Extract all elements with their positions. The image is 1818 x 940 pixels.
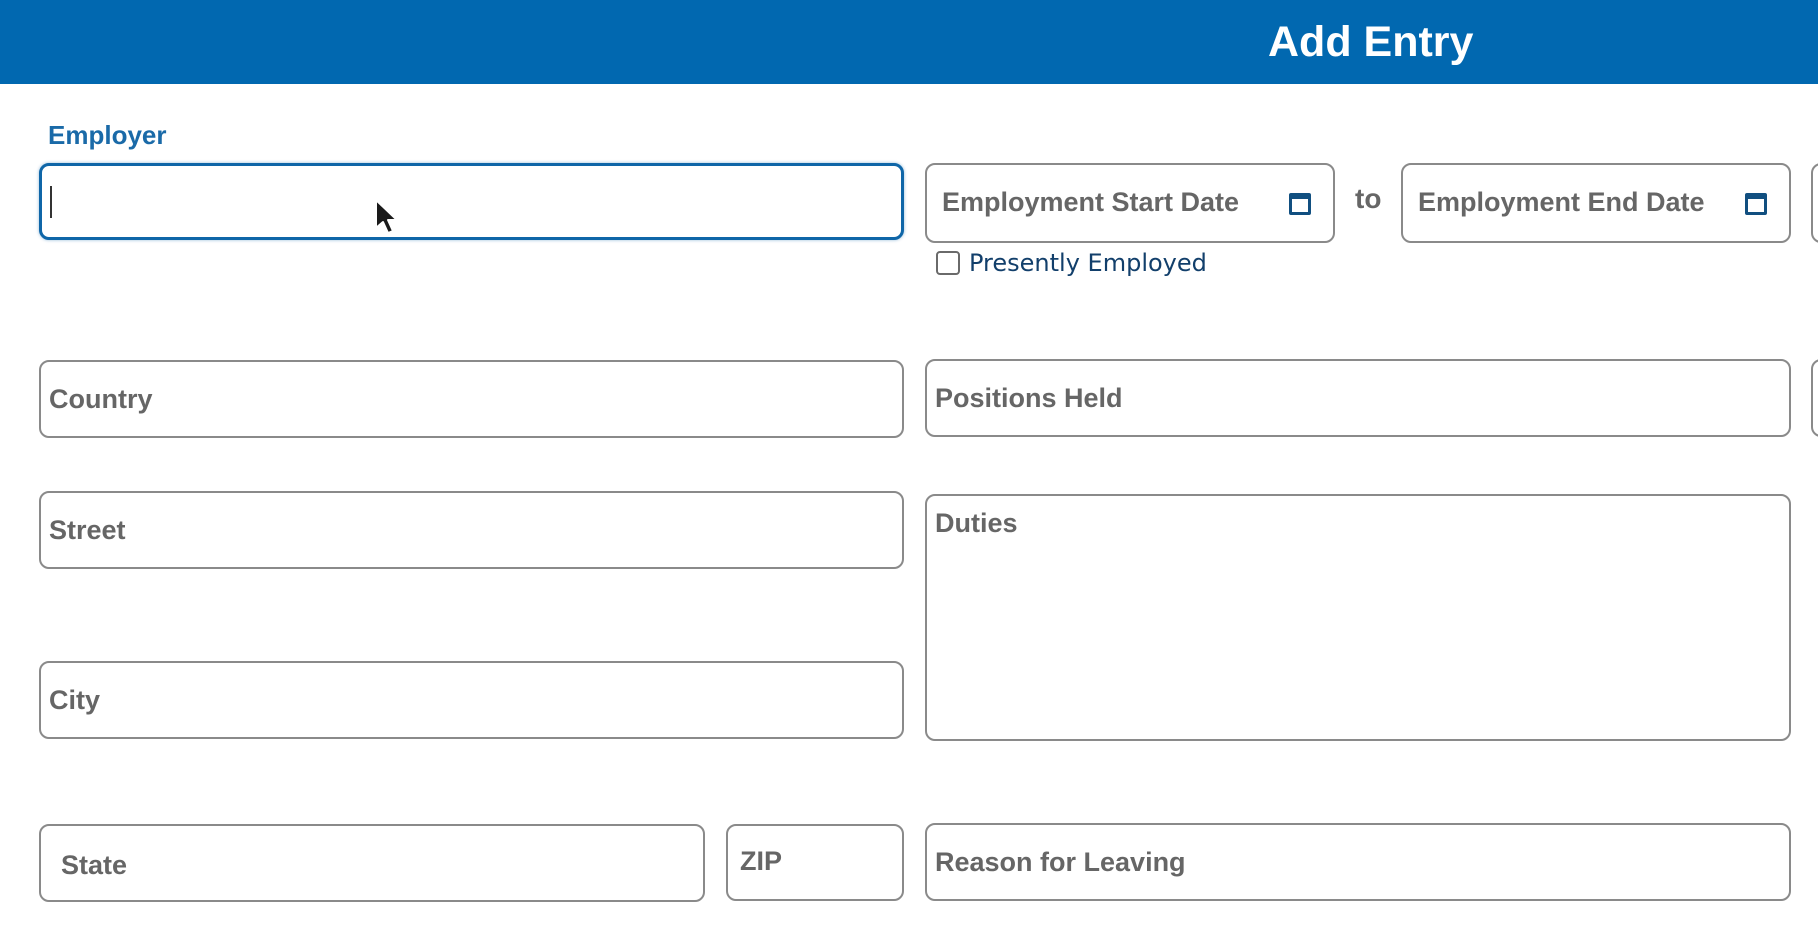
positions-held-input[interactable]: Positions Held <box>925 359 1791 437</box>
employment-end-date-placeholder: Employment End Date <box>1418 187 1705 217</box>
zip-placeholder: ZIP <box>740 846 783 876</box>
calendar-icon[interactable] <box>1745 193 1767 215</box>
employment-start-date-placeholder: Employment Start Date <box>942 187 1240 217</box>
zip-input[interactable]: ZIP <box>726 824 904 901</box>
date-range-separator: to <box>1355 183 1382 214</box>
street-input[interactable]: Street <box>39 491 904 569</box>
country-input[interactable]: Country <box>39 360 904 438</box>
header-bar: Add Entry <box>0 0 1818 84</box>
calendar-icon[interactable] <box>1289 193 1311 215</box>
employment-end-date-input[interactable]: Employment End Date <box>1401 163 1791 243</box>
reason-for-leaving-input[interactable]: Reason for Leaving <box>925 823 1791 901</box>
presently-employed-label[interactable]: Presently Employed <box>969 249 1207 277</box>
duties-placeholder: Duties <box>935 508 1018 538</box>
country-placeholder: Country <box>49 384 153 414</box>
text-caret <box>50 186 52 218</box>
partial-field[interactable] <box>1811 359 1818 437</box>
positions-held-placeholder: Positions Held <box>935 383 1123 413</box>
street-placeholder: Street <box>49 515 126 545</box>
partial-field[interactable] <box>1811 163 1818 243</box>
employer-label: Employer <box>48 120 167 150</box>
employer-input[interactable] <box>39 163 904 240</box>
city-placeholder: City <box>49 685 101 715</box>
city-input[interactable]: City <box>39 661 904 739</box>
reason-for-leaving-placeholder: Reason for Leaving <box>935 847 1186 877</box>
employment-start-date-input[interactable]: Employment Start Date <box>925 163 1335 243</box>
presently-employed-checkbox[interactable] <box>936 251 960 275</box>
page-title: Add Entry <box>1268 18 1474 66</box>
state-input[interactable]: State <box>39 824 705 902</box>
state-placeholder: State <box>61 850 128 880</box>
mouse-pointer-icon <box>375 199 398 234</box>
duties-textarea[interactable]: Duties <box>925 494 1791 741</box>
